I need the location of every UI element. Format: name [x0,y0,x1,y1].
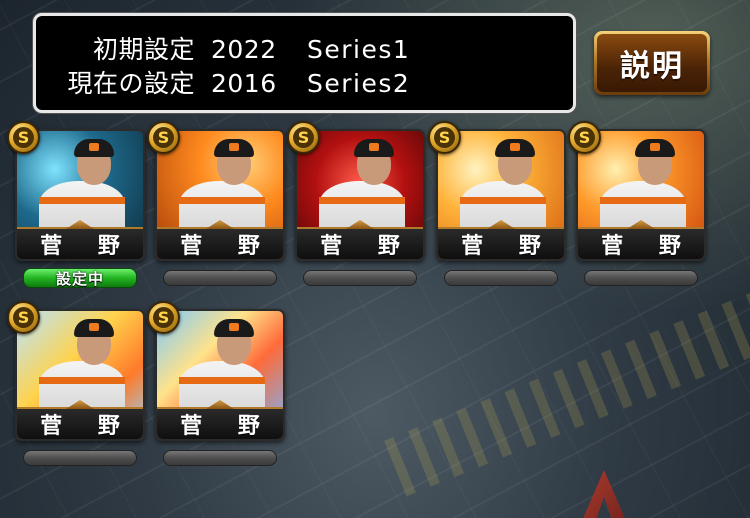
player-name: 菅 野 [180,414,274,439]
s-rank-badge-icon: S [147,301,180,334]
current-setting-year: 2016 [211,69,277,98]
status-bar [23,450,137,466]
current-setting-row: 現在の設定 2016 Series2 [64,64,573,98]
initial-setting-label: 初期設定 [92,35,195,64]
setting-info-box: 初期設定 2022 Series1 現在の設定 2016 Series2 [33,13,576,113]
s-rank-badge-icon: S [287,121,320,154]
status-bar [584,270,698,286]
s-rank-badge-icon: S [7,301,40,334]
status-bar [163,270,277,286]
player-name: 菅 野 [40,234,134,259]
s-rank-badge-icon: S [147,121,180,154]
player-name: 菅 野 [40,414,134,439]
name-plate: 菅 野 [578,227,704,259]
current-setting-label: 現在の設定 [67,69,195,98]
status-label: 設定中 [55,269,104,288]
player-card[interactable]: 菅 野 S [287,121,425,261]
player-name: 菅 野 [601,234,695,259]
status-bar-selected: 設定中 [23,268,137,288]
status-bar [303,270,417,286]
player-card[interactable]: 菅 野 S [568,121,706,261]
name-plate: 菅 野 [17,227,143,259]
name-plate: 菅 野 [157,407,283,439]
initial-setting-series: Series1 [307,35,411,64]
s-rank-badge-icon: S [568,121,601,154]
player-card[interactable]: 菅 野 S [147,301,285,441]
player-card[interactable]: 菅 野 S [7,301,145,441]
explain-button[interactable]: 説明 [594,31,710,95]
initial-setting-row: 初期設定 2022 Series1 [64,30,573,64]
name-plate: 菅 野 [157,227,283,259]
explain-button-label: 説明 [620,49,684,84]
initial-setting-year: 2022 [211,35,277,64]
status-bar [444,270,558,286]
player-name: 菅 野 [320,234,414,259]
player-name: 菅 野 [180,234,274,259]
current-setting-series: Series2 [307,69,411,98]
player-card[interactable]: 菅 野 S [7,121,145,261]
player-name: 菅 野 [461,234,555,259]
s-rank-badge-icon: S [428,121,461,154]
name-plate: 菅 野 [297,227,423,259]
name-plate: 菅 野 [438,227,564,259]
name-plate: 菅 野 [17,407,143,439]
s-rank-badge-icon: S [7,121,40,154]
explain-button-face: 説明 [597,34,707,92]
status-bar [163,450,277,466]
player-card[interactable]: 菅 野 S [428,121,566,261]
player-card[interactable]: 菅 野 S [147,121,285,261]
